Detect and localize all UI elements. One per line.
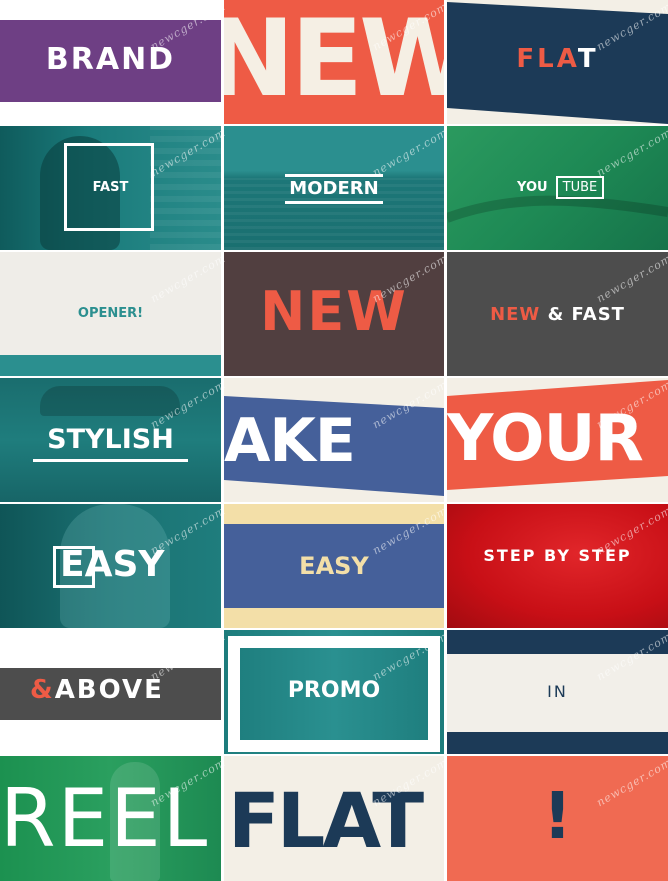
flat-top-text: FLAT	[447, 44, 668, 74]
step-text: STEP BY STEP	[483, 546, 632, 565]
brand-text: BRAND	[45, 42, 176, 77]
ake-text: AKE	[224, 406, 356, 476]
youtube-label: YOU TUBE	[517, 176, 605, 199]
modern-text: MODERN	[289, 178, 379, 199]
new-fast-rest: & FAST	[547, 304, 625, 325]
flat-top-end: T	[577, 44, 599, 74]
video-template-grid: BRAND NEW FLAT FAST MODERN YOU TUBE OPEN…	[0, 0, 668, 881]
car-silhouette	[40, 386, 180, 416]
stylish-text: STYLISH	[47, 424, 174, 455]
in-text: IN	[547, 682, 568, 701]
youtube-you: YOU	[517, 180, 548, 195]
youtube-tube: TUBE	[555, 176, 605, 199]
flat-top-main: FLA	[516, 44, 578, 74]
above-text: &ABOVE	[30, 675, 164, 705]
new-fast-new: NEW	[490, 304, 541, 325]
opener-text: OPENER!	[77, 306, 144, 321]
easy-band-text: EASY	[299, 552, 369, 580]
exclaim-text: !	[542, 780, 573, 854]
navy-bottom-band	[447, 732, 668, 754]
promo-text: PROMO	[287, 678, 381, 703]
easy-photo-text: EASY	[60, 544, 165, 585]
fast-text: FAST	[92, 180, 129, 195]
teal-bottom-band	[0, 355, 221, 376]
new-fast-text: NEW & FAST	[447, 304, 668, 325]
stylish-underline	[33, 459, 188, 462]
modern-underline-top	[285, 174, 383, 177]
above-word: ABOVE	[54, 675, 164, 705]
new-mid-text: NEW	[260, 280, 408, 343]
modern-underline-bottom	[285, 201, 383, 204]
above-amp: &	[30, 675, 55, 705]
